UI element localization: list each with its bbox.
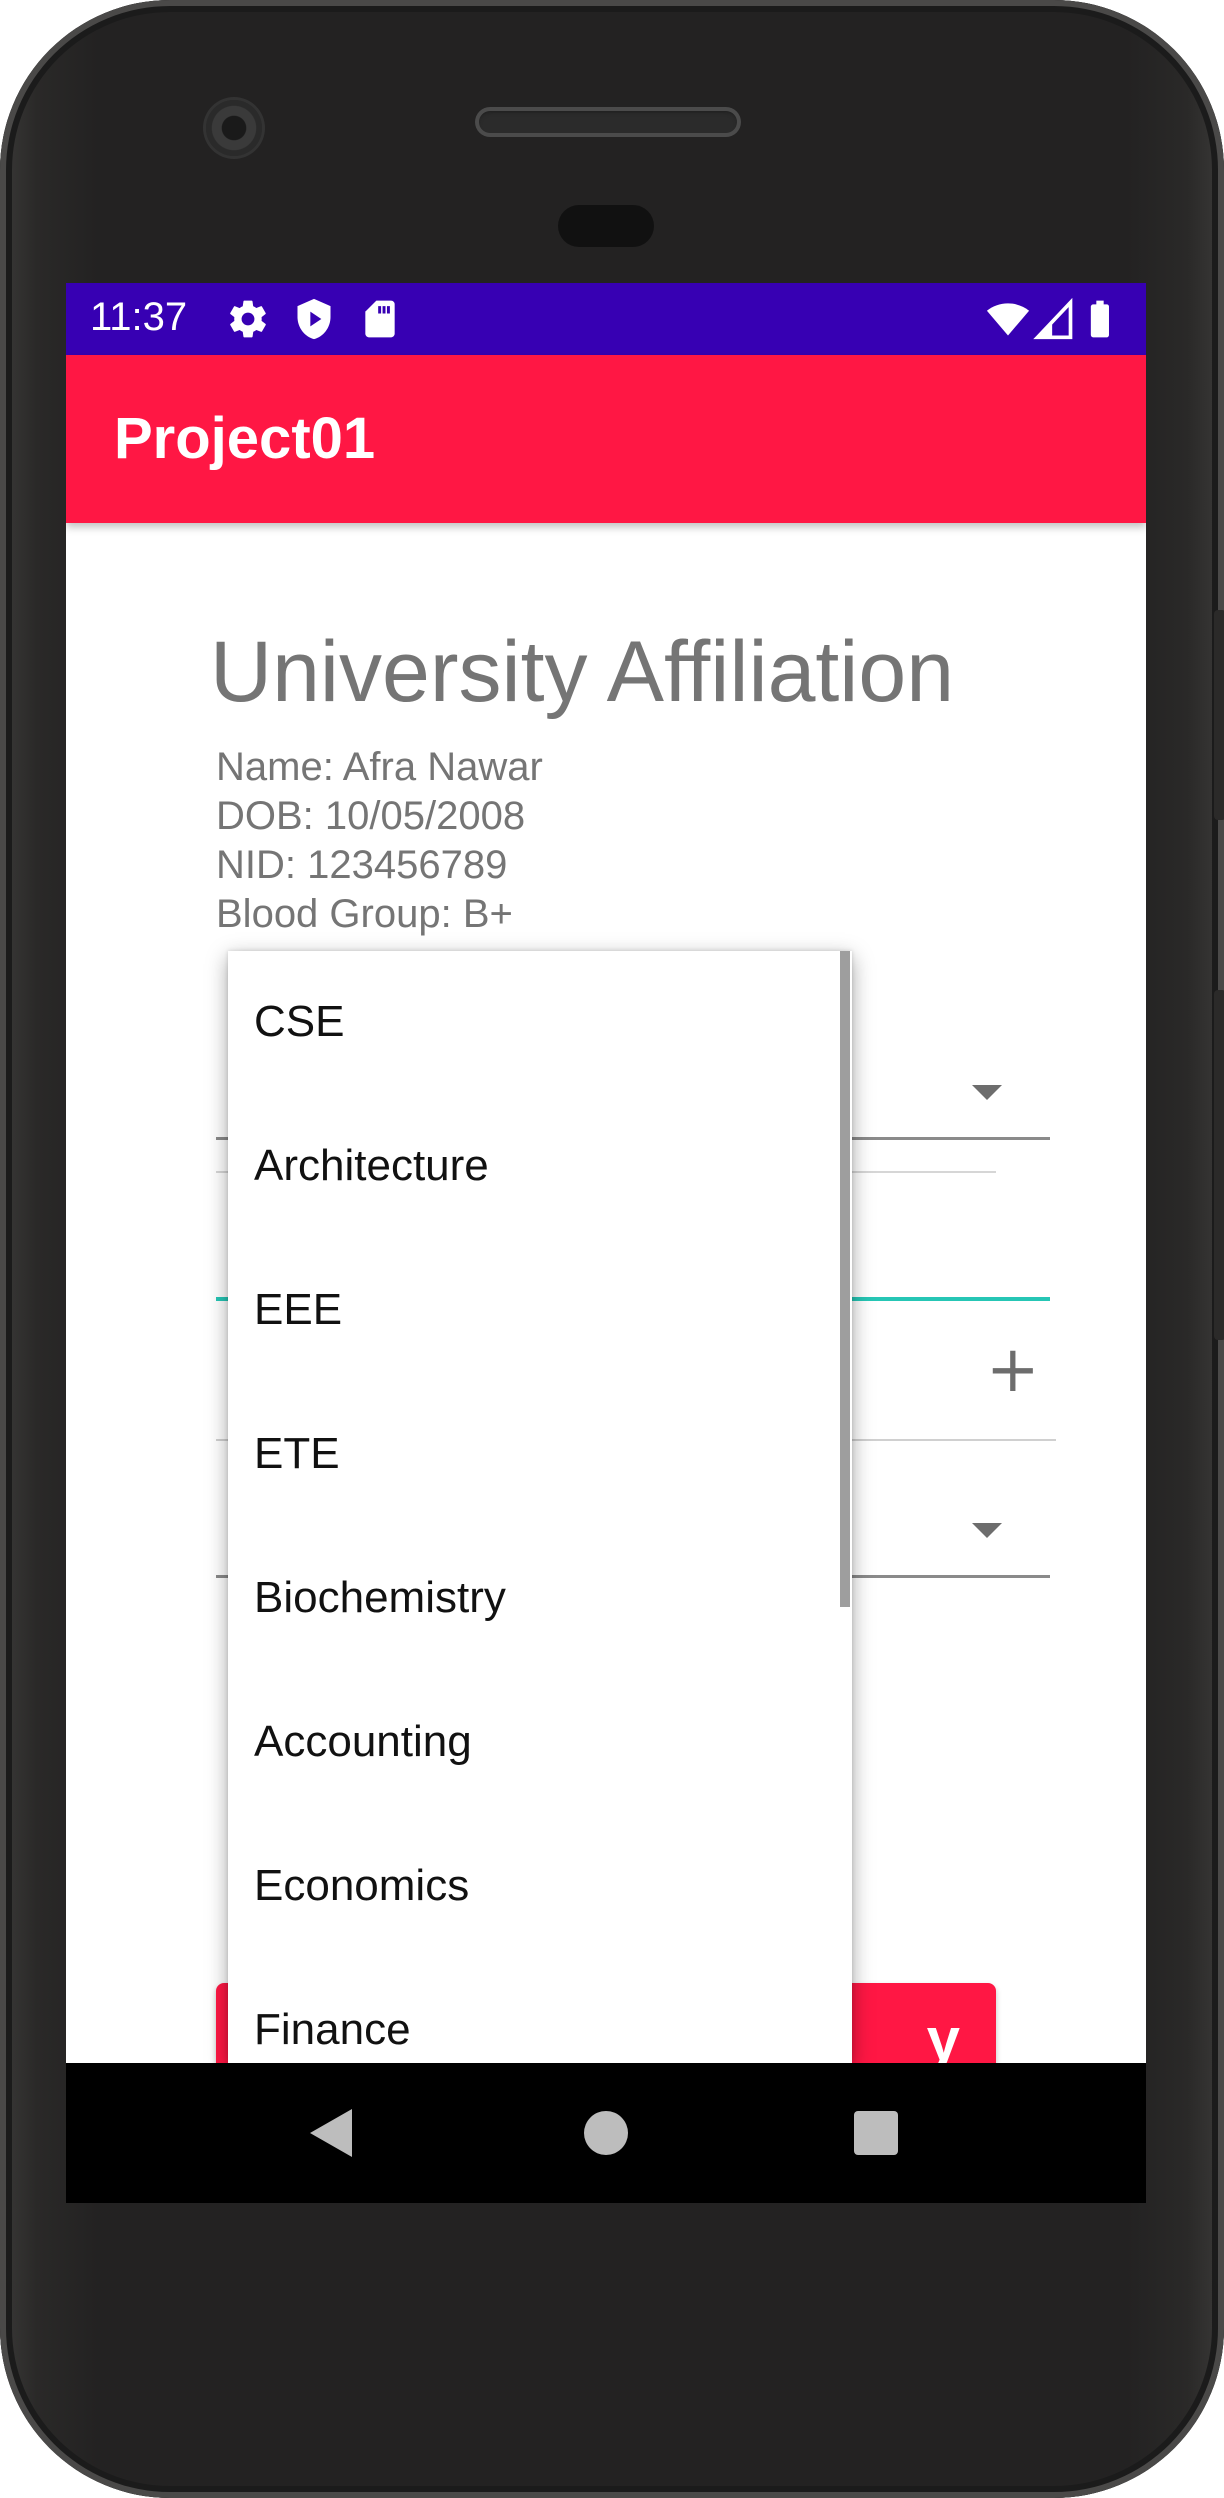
screen: 11:37 Project01 University Affiliation N…	[66, 283, 1146, 2203]
chevron-down-icon	[972, 1523, 1002, 1538]
option-label: Finance	[254, 2005, 411, 2054]
home-icon[interactable]	[584, 2111, 628, 2155]
app-bar: Project01	[66, 355, 1146, 523]
option-label: Economics	[254, 1861, 470, 1910]
dropdown-option-finance[interactable]: Finance	[228, 1959, 852, 2063]
dropdown-option-economics[interactable]: Economics	[228, 1815, 852, 1959]
dropdown-option-ete[interactable]: ETE	[228, 1383, 852, 1527]
dropdown-option-cse[interactable]: CSE	[228, 951, 852, 1095]
dropdown-option-eee[interactable]: EEE	[228, 1239, 852, 1383]
option-label: CSE	[254, 997, 345, 1046]
phone-frame: 11:37 Project01 University Affiliation N…	[0, 0, 1224, 2498]
back-icon[interactable]	[310, 2109, 352, 2157]
info-nid: NID: 123456789	[216, 843, 508, 887]
battery-icon	[1090, 300, 1110, 338]
info-name: Name: Afra Nawar	[216, 745, 543, 789]
info-dob: DOB: 10/05/2008	[216, 794, 526, 838]
status-time: 11:37	[90, 295, 188, 339]
option-label: ETE	[254, 1429, 340, 1478]
info-blood-group: Blood Group: B+	[216, 892, 513, 936]
settings-icon	[230, 300, 266, 338]
earpiece-speaker	[475, 107, 741, 137]
shield-play-icon	[297, 298, 331, 340]
option-label: Architecture	[254, 1141, 489, 1190]
option-label: EEE	[254, 1285, 343, 1334]
status-bar: 11:37	[66, 283, 1146, 355]
recents-icon[interactable]	[854, 2111, 898, 2155]
option-label: Accounting	[254, 1717, 472, 1766]
chevron-down-icon	[972, 1085, 1002, 1100]
option-label: Biochemistry	[254, 1573, 506, 1622]
dropdown-option-architecture[interactable]: Architecture	[228, 1095, 852, 1239]
proximity-sensor	[558, 205, 654, 247]
front-camera	[206, 100, 262, 156]
sd-card-icon	[365, 300, 395, 338]
dropdown-option-biochemistry[interactable]: Biochemistry	[228, 1527, 852, 1671]
dropdown-option-accounting[interactable]: Accounting	[228, 1671, 852, 1815]
signal-icon	[1033, 297, 1073, 340]
app-title: Project01	[114, 406, 376, 471]
page-title: University Affiliation	[210, 624, 955, 720]
volume-button	[1214, 990, 1224, 1340]
dropdown-scrollbar[interactable]	[840, 951, 850, 1607]
plus-icon[interactable]: +	[986, 1333, 1040, 1407]
department-dropdown-menu[interactable]: CSE Architecture EEE ETE Biochemistry Ac…	[228, 951, 852, 2063]
wifi-icon	[986, 303, 1030, 336]
power-button	[1214, 610, 1224, 820]
navigation-bar	[66, 2063, 1146, 2203]
